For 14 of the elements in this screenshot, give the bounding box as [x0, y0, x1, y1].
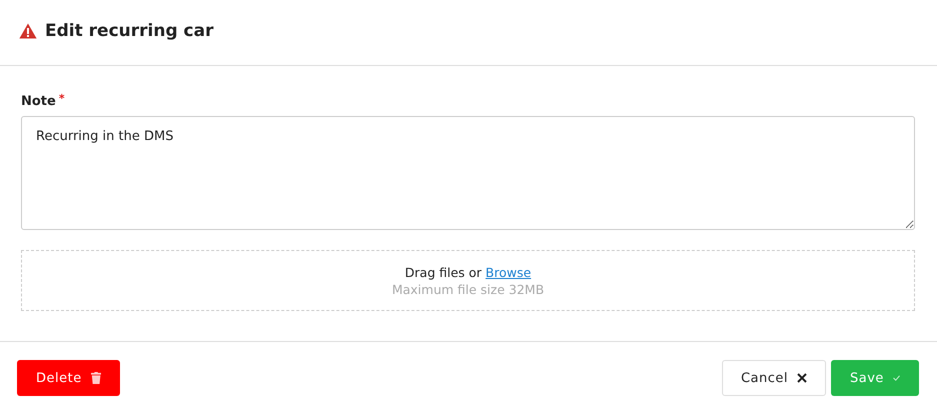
field-label: Note [21, 94, 56, 109]
delete-button[interactable]: Delete [17, 360, 120, 396]
file-dropzone[interactable]: Drag files or Browse Maximum file size 32MB [21, 250, 915, 311]
check-icon [892, 373, 900, 383]
cancel-button[interactable]: Cancel [722, 360, 826, 396]
close-icon [797, 373, 807, 383]
note-field[interactable]: Recurring in the DMS [21, 116, 915, 230]
dialog-title: Edit recurring car [45, 20, 214, 40]
browse-link[interactable]: Browse [486, 264, 532, 280]
dropzone-text: Drag files or Browse [404, 264, 532, 280]
trash-icon [90, 371, 101, 385]
warning-icon [19, 22, 37, 38]
file-size-hint: Maximum file size 32MB [392, 282, 544, 296]
required-mark: * [58, 94, 65, 104]
